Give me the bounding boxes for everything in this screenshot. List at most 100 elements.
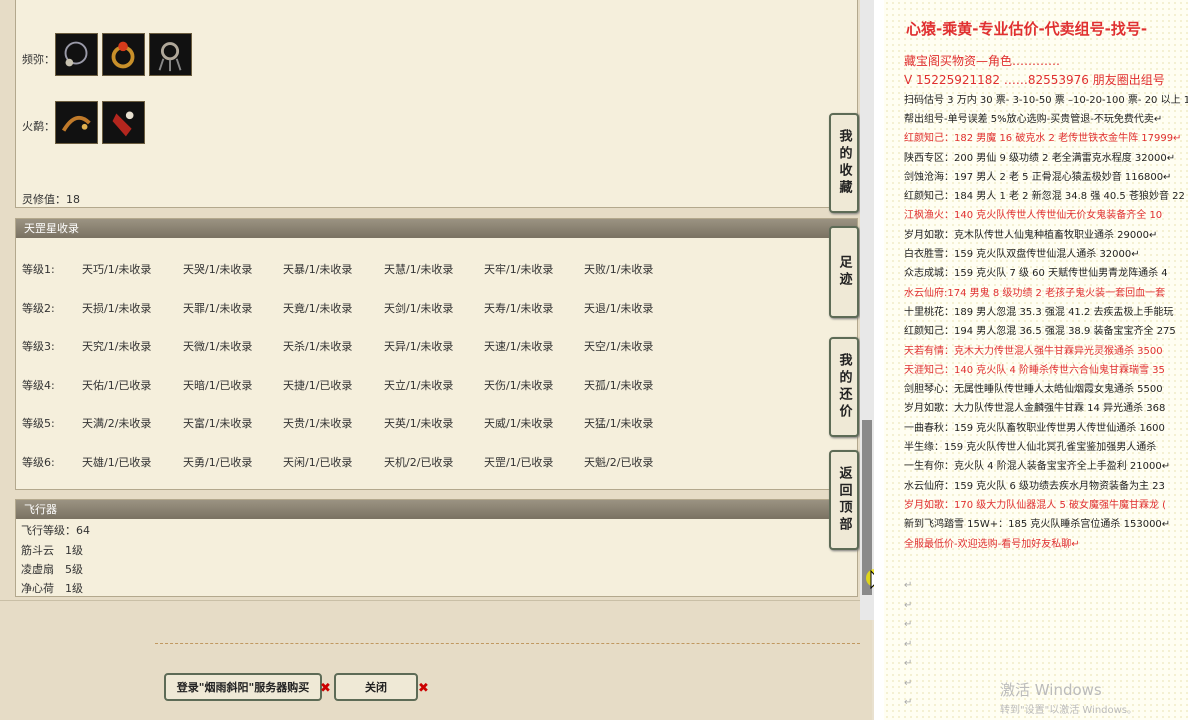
- doc-line: 岁月如歌：大力队传世混人金麟强牛甘霖 14 异光通杀 368: [904, 403, 1166, 415]
- tiangang-cell: 天慧/1/未收录: [384, 263, 454, 276]
- doc-line: 剑胆琴心：无属性睡队传世睡人太皓仙烟霞女鬼通杀 5500: [904, 384, 1163, 396]
- tiangang-cell: 天杀/1/未收录: [283, 340, 353, 354]
- tab-my-bargains[interactable]: 我的还价: [829, 337, 859, 437]
- tiangang-cell: 天剑/1/未收录: [384, 301, 454, 315]
- doc-line: 全服最低价-欢迎选购-看号加好友私聊↵: [904, 538, 1080, 550]
- tiangang-cell: 天贵/1/未收录: [283, 417, 353, 431]
- tiangang-cell: 天暴/1/未收录: [283, 263, 353, 276]
- tiangang-cell: 天败/1/未收录: [584, 263, 654, 276]
- doc-line: 新到飞鸿踏雪 15W+：185 克火队睡杀宫位通杀 153000↵: [904, 519, 1171, 531]
- flight-panel: 飞行器 飞行等级：64 筋斗云 1级 凌虚扇 5级 净心荷 1级: [15, 499, 858, 597]
- paragraph-mark: ↵: [904, 697, 913, 708]
- doc-line: 岁月如歌：克木队传世人仙鬼种植畜牧职业通杀 29000↵: [904, 229, 1158, 241]
- doc-line: 岁月如歌：170 级大力队仙器混人 5 破女魔强牛魔甘霖龙 (: [904, 499, 1167, 511]
- bottom-bar: [0, 600, 860, 625]
- paragraph-mark: ↵: [904, 580, 913, 591]
- tiangang-cell: 天损/1/未收录: [82, 301, 152, 315]
- bracelet-icon[interactable]: [149, 33, 192, 76]
- close-icon: ✖: [320, 681, 331, 696]
- doc-line: 水云仙府:174 男鬼 8 级功绩 2 老孩子鬼火装一套回血一套: [904, 287, 1166, 299]
- tab-footprints[interactable]: 足迹: [829, 226, 859, 318]
- flight-item: 凌虚扇 5级: [21, 563, 83, 576]
- tiangang-title: 天罡星收录: [16, 219, 857, 238]
- ring-icon[interactable]: [102, 33, 145, 76]
- tiangang-cell: 天捷/1/已收录: [283, 378, 353, 392]
- doc-line: 水云仙府：159 克火队 6 级功绩去疾水月物资装备为主 23: [904, 480, 1165, 492]
- tiangang-cell: 天雄/1/已收录: [82, 456, 152, 469]
- fire-gem-icon[interactable]: [102, 101, 145, 144]
- doc-line: 红颜知己：194 男人忽混 36.5 强混 38.9 装备宝宝齐全 275: [904, 326, 1176, 338]
- doc-line: 扫码估号 3 万内 30 票- 3-10-50 票 –10-20-100 票- …: [904, 94, 1188, 106]
- tiangang-cell: 天寿/1/未收录: [484, 301, 554, 315]
- tiangang-cell: 天罪/1/未收录: [183, 301, 253, 315]
- scrollbar[interactable]: [860, 0, 874, 620]
- fire-label: 火鹬：: [22, 120, 55, 133]
- tiangang-level-label: 等级1:: [22, 263, 55, 276]
- doc-line: 陕西专区：200 男仙 9 级功绩 2 老全满雷克水程度 32000↵: [904, 152, 1176, 164]
- doc-line: 天涯知己：140 克火队 4 阶睡杀传世六合仙鬼甘霖瑞雪 35: [904, 364, 1165, 376]
- windows-watermark-sub: 转到"设置"以激活 Windows。: [1000, 705, 1138, 716]
- tiangang-cell: 天罡/1/已收录: [484, 456, 554, 469]
- flight-level: 飞行等级：64: [21, 524, 90, 537]
- doc-line: 藏宝阁买物资—角色…………: [904, 54, 1061, 68]
- buy-button[interactable]: 登录"烟雨斜阳"服务器购买: [164, 673, 322, 701]
- doc-line: 红颜知己：182 男魔 16 破克水 2 老传世铁衣金牛阵 17999↵: [904, 133, 1182, 145]
- necklace-icon[interactable]: [55, 33, 98, 76]
- tiangang-panel: 天罡星收录 等级1: 天巧/1/未收录 天哭/1/未收录 天暴/1/未收录 天慧/1/未…: [15, 218, 858, 490]
- close-icon: ✖: [418, 681, 429, 696]
- tiangang-cell: 天立/1/未收录: [384, 378, 454, 392]
- doc-line: 十里桃花：189 男人忽混 35.3 强混 41.2 去疾盂极上手能玩: [904, 306, 1174, 318]
- tiangang-cell: 天牢/1/未收录: [484, 263, 554, 276]
- tiangang-level-label: 等级3:: [22, 340, 55, 354]
- paragraph-mark: ↵: [904, 599, 913, 611]
- tiangang-level-label: 等级4:: [22, 378, 55, 392]
- tiangang-cell: 天微/1/未收录: [183, 340, 253, 354]
- doc-line: 一曲春秋：159 克火队畜牧职业传世男人传世仙通杀 1600: [904, 422, 1165, 434]
- tiangang-cell: 天哭/1/未收录: [183, 263, 253, 276]
- paragraph-mark: ↵: [904, 677, 913, 689]
- tiangang-cell: 天空/1/未收录: [584, 340, 654, 354]
- tab-my-favorites[interactable]: 我的收藏: [829, 113, 859, 213]
- doc-line: 半生缘：159 克火队传世人仙北冥孔雀宝鉴加强男人通杀: [904, 442, 1157, 453]
- doc-line: 众志成城：159 克火队 7 级 60 天赋传世仙男青龙阵通杀 4: [904, 268, 1168, 280]
- tiangang-cell: 天暗/1/已收录: [183, 378, 253, 392]
- tiangang-cell: 天巧/1/未收录: [82, 263, 152, 276]
- game-window: 频弥： 火鹬： 灵修值：18 天罡星收录 等级1: 天巧/1/未收录 天哭/1/未收…: [0, 0, 872, 720]
- tiangang-level-label: 等级6:: [22, 456, 55, 469]
- jewelry-label: 频弥：: [22, 53, 55, 66]
- doc-line: 一生有你：克火队 4 阶混人装备宝宝齐全上手盈利 21000↵: [904, 461, 1171, 473]
- doc-title: 心猿-乘黄-专业估价-代卖组号-找号-: [906, 20, 1148, 38]
- windows-watermark: 激活 Windows: [1000, 681, 1102, 699]
- tiangang-cell: 天伤/1/未收录: [484, 378, 554, 392]
- paragraph-mark: ↵: [904, 619, 913, 630]
- doc-line: V 15225921182 ……82553976 朋友圈出组号: [904, 73, 1165, 88]
- tiangang-cell: 天竟/1/未收录: [283, 301, 353, 315]
- paragraph-mark: ↵: [904, 658, 913, 669]
- tiangang-cell: 天闲/1/已收录: [283, 456, 353, 469]
- tiangang-cell: 天英/1/未收录: [384, 417, 454, 431]
- tiangang-cell: 天满/2/未收录: [82, 417, 152, 431]
- close-button[interactable]: 关闭: [334, 673, 418, 701]
- tiangang-cell: 天威/1/未收录: [484, 417, 554, 431]
- divider: [155, 643, 860, 644]
- tiangang-cell: 天佑/1/已收录: [82, 378, 152, 392]
- equipment-panel: 频弥： 火鹬： 灵修值：18: [15, 0, 858, 208]
- tiangang-cell: 天富/1/未收录: [183, 417, 253, 431]
- tiangang-level-label: 等级5:: [22, 417, 55, 431]
- fire-item-icon[interactable]: [55, 101, 98, 144]
- doc-line: 天若有情：克木大力传世混人强牛甘霖异光灵猴通杀 3500: [904, 345, 1163, 357]
- tiangang-level-label: 等级2:: [22, 301, 55, 315]
- doc-line: 剑蚀沧海：197 男人 2 老 5 正骨混心猿盂极妙音 116800↵: [904, 171, 1172, 183]
- flight-item: 筋斗云 1级: [21, 544, 83, 557]
- doc-line: 帮出组号-单号误差 5%放心选购-买贵管退-不玩免费代卖↵: [904, 113, 1163, 125]
- flight-title: 飞行器: [16, 500, 857, 519]
- paragraph-mark: ↵: [904, 638, 913, 650]
- document-pane: 心猿-乘黄-专业估价-代卖组号-找号- 藏宝阁买物资—角色………… V 15225…: [874, 0, 1188, 720]
- doc-line: 红颜知己：184 男人 1 老 2 新忽混 34.8 强 40.5 苍狼妙音 2…: [904, 191, 1185, 203]
- tiangang-cell: 天机/2/已收录: [384, 456, 454, 469]
- tab-back-to-top[interactable]: 返回顶部: [829, 450, 859, 550]
- tiangang-cell: 天退/1/未收录: [584, 301, 654, 315]
- tiangang-cell: 天魁/2/已收录: [584, 456, 654, 469]
- flight-item: 净心荷 1级: [21, 582, 83, 595]
- tiangang-cell: 天孤/1/未收录: [584, 378, 654, 392]
